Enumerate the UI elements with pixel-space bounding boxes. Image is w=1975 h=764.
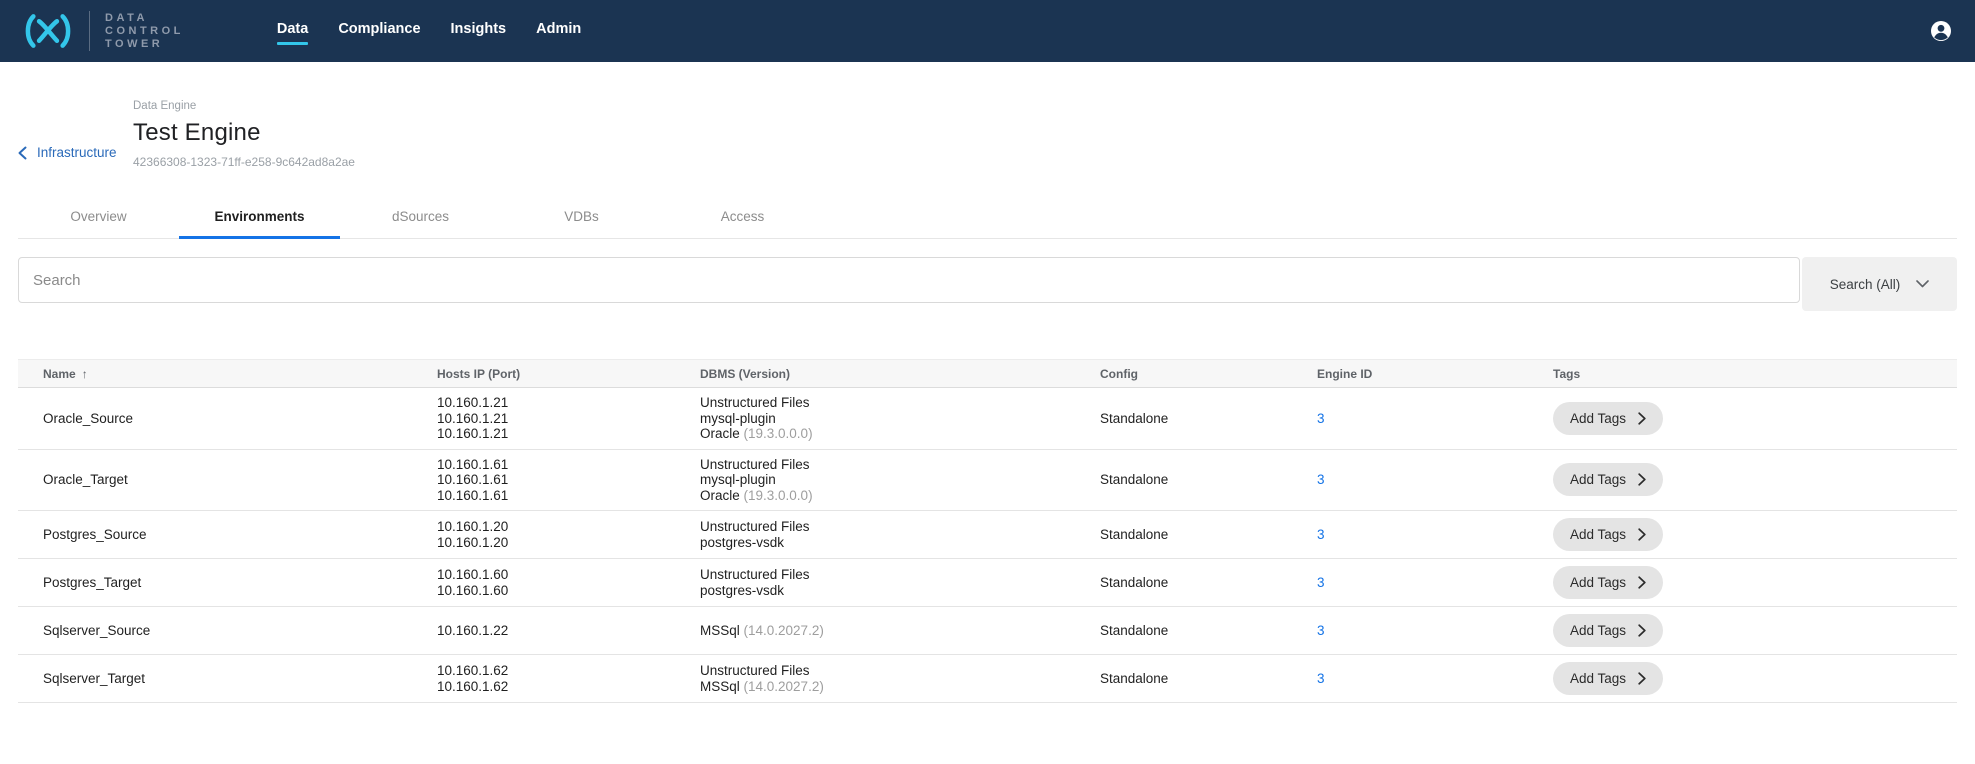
engine-id-link[interactable]: 3 [1317, 575, 1325, 590]
add-tags-button[interactable]: Add Tags [1553, 662, 1663, 695]
engine-id-link[interactable]: 3 [1317, 623, 1325, 638]
title-block: Data Engine Test Engine 42366308-1323-71… [133, 100, 355, 169]
environment-name: Sqlserver_Source [18, 607, 437, 655]
column-header-dbms[interactable]: DBMS (Version) [700, 360, 1100, 388]
primary-nav: Data Compliance Insights Admin [277, 21, 581, 41]
config-cell: Standalone [1100, 511, 1317, 559]
tab-dsources[interactable]: dSources [340, 197, 501, 238]
table-row: Oracle_Source 10.160.1.2110.160.1.2110.1… [18, 388, 1957, 450]
dbms-cell: Unstructured FilesMSSql (14.0.2027.2) [700, 655, 1100, 703]
engine-id-link[interactable]: 3 [1317, 472, 1325, 487]
tab-vdbs[interactable]: VDBs [501, 197, 662, 238]
logo-divider [89, 11, 90, 51]
table-row: Postgres_Source 10.160.1.2010.160.1.20 U… [18, 511, 1957, 559]
search-row: Search (All) [18, 257, 1957, 311]
back-link-label: Infrastructure [37, 145, 117, 160]
environment-name: Postgres_Source [18, 511, 437, 559]
page: DATA CONTROL TOWER Data Compliance Insight… [0, 0, 1975, 764]
config-cell: Standalone [1100, 388, 1317, 450]
tab-overview[interactable]: Overview [18, 197, 179, 238]
dct-logo-icon [22, 13, 74, 49]
environment-name: Postgres_Target [18, 559, 437, 607]
chevron-right-icon [1638, 473, 1646, 486]
add-tags-label: Add Tags [1570, 527, 1626, 542]
column-header-name[interactable]: Name↑ [18, 360, 437, 388]
tab-environments[interactable]: Environments [179, 197, 340, 238]
config-cell: Standalone [1100, 449, 1317, 511]
dbms-cell: Unstructured Filesmysql-pluginOracle (19… [700, 449, 1100, 511]
sort-ascending-icon: ↑ [82, 367, 88, 381]
main-content: Infrastructure Data Engine Test Engine 4… [0, 100, 1975, 703]
add-tags-button[interactable]: Add Tags [1553, 566, 1663, 599]
dbms-cell: MSSql (14.0.2027.2) [700, 607, 1100, 655]
chevron-left-icon [18, 146, 27, 160]
engine-uuid: 42366308-1323-71ff-e258-9c642ad8a2ae [133, 155, 355, 169]
table-row: Sqlserver_Source 10.160.1.22 MSSql (14.0… [18, 607, 1957, 655]
add-tags-button[interactable]: Add Tags [1553, 614, 1663, 647]
config-cell: Standalone [1100, 607, 1317, 655]
chevron-right-icon [1638, 576, 1646, 589]
back-link-infrastructure[interactable]: Infrastructure [18, 136, 133, 169]
add-tags-label: Add Tags [1570, 575, 1626, 590]
engine-id-link[interactable]: 3 [1317, 527, 1325, 542]
column-header-hosts-ip[interactable]: Hosts IP (Port) [437, 360, 700, 388]
hosts-ip-cell: 10.160.1.6010.160.1.60 [437, 559, 700, 607]
hosts-ip-cell: 10.160.1.22 [437, 607, 700, 655]
search-input[interactable] [18, 257, 1800, 303]
nav-item-data[interactable]: Data [277, 21, 308, 41]
chevron-right-icon [1638, 672, 1646, 685]
add-tags-button[interactable]: Add Tags [1553, 402, 1663, 435]
engine-id-link[interactable]: 3 [1317, 411, 1325, 426]
add-tags-label: Add Tags [1570, 623, 1626, 638]
brand-wordmark: DATA CONTROL TOWER [105, 12, 184, 51]
column-header-config[interactable]: Config [1100, 360, 1317, 388]
search-scope-dropdown[interactable]: Search (All) [1802, 257, 1957, 311]
dbms-cell: Unstructured Filesmysql-pluginOracle (19… [700, 388, 1100, 450]
environments-table: Name↑ Hosts IP (Port) DBMS (Version) Con… [18, 359, 1957, 703]
search-scope-label: Search (All) [1830, 277, 1901, 292]
table-row: Oracle_Target 10.160.1.6110.160.1.6110.1… [18, 449, 1957, 511]
nav-item-insights[interactable]: Insights [451, 21, 507, 41]
column-header-tags[interactable]: Tags [1553, 360, 1957, 388]
config-cell: Standalone [1100, 655, 1317, 703]
hosts-ip-cell: 10.160.1.2110.160.1.2110.160.1.21 [437, 388, 700, 450]
chevron-down-icon [1916, 280, 1929, 288]
dbms-cell: Unstructured Filespostgres-vsdk [700, 511, 1100, 559]
environment-name: Oracle_Target [18, 449, 437, 511]
tab-bar: OverviewEnvironmentsdSourcesVDBsAccess [18, 197, 1957, 239]
environment-name: Sqlserver_Target [18, 655, 437, 703]
add-tags-label: Add Tags [1570, 472, 1626, 487]
engine-id-link[interactable]: 3 [1317, 671, 1325, 686]
add-tags-label: Add Tags [1570, 671, 1626, 686]
column-header-engine-id[interactable]: Engine ID [1317, 360, 1553, 388]
table-row: Postgres_Target 10.160.1.6010.160.1.60 U… [18, 559, 1957, 607]
hosts-ip-cell: 10.160.1.6110.160.1.6110.160.1.61 [437, 449, 700, 511]
chevron-right-icon [1638, 624, 1646, 637]
entity-type-label: Data Engine [133, 100, 355, 112]
tab-access[interactable]: Access [662, 197, 823, 238]
config-cell: Standalone [1100, 559, 1317, 607]
add-tags-button[interactable]: Add Tags [1553, 518, 1663, 551]
nav-item-admin[interactable]: Admin [536, 21, 581, 41]
table-header-row: Name↑ Hosts IP (Port) DBMS (Version) Con… [18, 360, 1957, 388]
chevron-right-icon [1638, 528, 1646, 541]
hosts-ip-cell: 10.160.1.6210.160.1.62 [437, 655, 700, 703]
hosts-ip-cell: 10.160.1.2010.160.1.20 [437, 511, 700, 559]
chevron-right-icon [1638, 412, 1646, 425]
nav-item-compliance[interactable]: Compliance [338, 21, 420, 41]
page-title: Test Engine [133, 119, 355, 147]
top-navbar: DATA CONTROL TOWER Data Compliance Insight… [0, 0, 1975, 62]
dbms-cell: Unstructured Filespostgres-vsdk [700, 559, 1100, 607]
page-header: Infrastructure Data Engine Test Engine 4… [18, 100, 1957, 169]
add-tags-label: Add Tags [1570, 411, 1626, 426]
environment-name: Oracle_Source [18, 388, 437, 450]
add-tags-button[interactable]: Add Tags [1553, 463, 1663, 496]
table-row: Sqlserver_Target 10.160.1.6210.160.1.62 … [18, 655, 1957, 703]
account-circle-icon[interactable] [1929, 19, 1953, 43]
